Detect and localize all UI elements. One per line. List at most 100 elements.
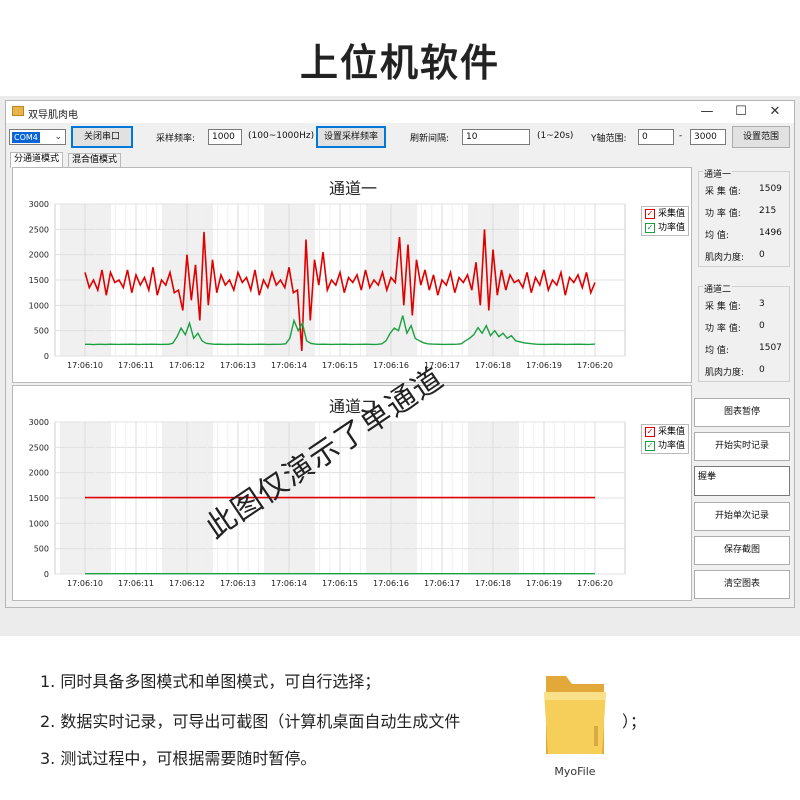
window-titlebar: 双导肌肉电 — ☐ ✕ xyxy=(6,101,794,123)
row-value: 0 xyxy=(759,321,765,331)
legend-power-label: 功率值 xyxy=(658,441,686,451)
x-tick-label: 17:06:12 xyxy=(169,579,205,588)
sample-rate-label: 采样频率: xyxy=(156,134,196,144)
row-value: 1507 xyxy=(759,343,782,353)
legend-sample-label: 采集值 xyxy=(658,427,686,437)
channel-1-mean-row: 均 值: 1496 xyxy=(705,228,785,241)
row-label: 采 集 值: xyxy=(705,302,741,312)
close-window-button[interactable]: ✕ xyxy=(758,101,792,123)
x-tick-label: 17:06:18 xyxy=(475,361,511,370)
refresh-interval-input[interactable]: 10 xyxy=(462,129,530,145)
channel-1-force-row: 肌肉力度: 0 xyxy=(705,250,785,263)
sample-rate-input[interactable]: 1000 xyxy=(208,129,242,145)
refresh-interval-hint: (1~20s) xyxy=(537,131,574,141)
channel-1-group: 通道一 采 集 值: 1509 功 率 值: 215 均 值: 1496 肌肉力度: 0 xyxy=(698,167,790,267)
checkbox-icon: ✓ xyxy=(645,427,655,437)
channel-1-group-title: 通道一 xyxy=(703,167,733,180)
pause-chart-button[interactable]: 图表暂停 xyxy=(694,398,790,427)
channel-2-mean-row: 均 值: 1507 xyxy=(705,343,785,356)
start-realtime-record-button[interactable]: 开始实时记录 xyxy=(694,432,790,461)
row-label: 功 率 值: xyxy=(705,209,741,219)
note-line-3: 3. 测试过程中，可根据需要随时暂停。 xyxy=(40,749,317,768)
x-tick-label: 17:06:11 xyxy=(118,361,154,370)
y-range-label: Y轴范围: xyxy=(591,134,627,144)
x-tick-label: 17:06:17 xyxy=(424,579,460,588)
folder-label: MyoFile xyxy=(554,765,596,778)
row-value: 1509 xyxy=(759,184,782,194)
serial-port-select[interactable]: COM4 ⌄ xyxy=(9,129,66,145)
y-tick-label: 1000 xyxy=(29,301,49,310)
y-tick-label: 2000 xyxy=(29,469,49,478)
row-value: 3 xyxy=(759,299,765,309)
channel-2-sample-row: 采 集 值: 3 xyxy=(705,299,785,312)
y-tick-label: 500 xyxy=(34,327,49,336)
row-label: 肌肉力度: xyxy=(705,368,745,378)
channel-2-force-row: 肌肉力度: 0 xyxy=(705,365,785,378)
x-tick-label: 17:06:13 xyxy=(220,361,256,370)
note-line-1: 1. 同时具备多图模式和单图模式，可自行选择； xyxy=(40,672,381,691)
x-tick-label: 17:06:19 xyxy=(526,361,562,370)
toolbar: COM4 ⌄ 关闭串口 采样频率: 1000 (100~1000Hz) 设置采样… xyxy=(6,125,794,151)
x-tick-label: 17:06:20 xyxy=(577,361,613,370)
row-label: 均 值: xyxy=(705,346,729,356)
close-port-button[interactable]: 关闭串口 xyxy=(71,126,133,148)
row-value: 0 xyxy=(759,250,765,260)
start-single-record-button[interactable]: 开始单次记录 xyxy=(694,502,790,531)
y-tick-label: 500 xyxy=(34,545,49,554)
row-label: 肌肉力度: xyxy=(705,253,745,263)
chevron-down-icon: ⌄ xyxy=(54,132,62,142)
app-window: 双导肌肉电 — ☐ ✕ COM4 ⌄ 关闭串口 采样频率: 1000 (100~… xyxy=(5,100,795,608)
tab-mixed-mode[interactable]: 混合值模式 xyxy=(68,153,122,167)
legend-power-label: 功率值 xyxy=(658,223,686,233)
serial-port-value: COM4 xyxy=(12,132,40,143)
x-tick-label: 17:06:16 xyxy=(373,579,409,588)
channel-1-readout: 通道一 采 集 值: 1509 功 率 值: 215 均 值: 1496 肌肉力度: 0 xyxy=(698,161,790,271)
legend-item-power[interactable]: ✓ 功率值 xyxy=(642,439,688,453)
window-title: 双导肌肉电 xyxy=(28,110,78,121)
clear-chart-button[interactable]: 清空图表 xyxy=(694,570,790,599)
y-tick-label: 1500 xyxy=(29,276,49,285)
y-tick-label: 0 xyxy=(44,352,49,361)
x-tick-label: 17:06:14 xyxy=(271,361,307,370)
y-tick-label: 3000 xyxy=(29,418,49,427)
y-tick-label: 3000 xyxy=(29,200,49,209)
row-label: 采 集 值: xyxy=(705,187,741,197)
legend-item-power[interactable]: ✓ 功率值 xyxy=(642,221,688,235)
note-line-2-end: ）； xyxy=(622,712,647,731)
minimize-button[interactable]: — xyxy=(690,101,724,123)
page-title: 上位机软件 xyxy=(299,41,500,85)
x-tick-label: 17:06:12 xyxy=(169,361,205,370)
refresh-interval-label: 刷新间隔: xyxy=(410,134,450,144)
x-tick-label: 17:06:20 xyxy=(577,579,613,588)
legend-item-sample[interactable]: ✓ 采集值 xyxy=(642,207,688,221)
row-value: 0 xyxy=(759,365,765,375)
y-tick-label: 0 xyxy=(44,570,49,579)
channel-2-group: 通道二 采 集 值: 3 功 率 值: 0 均 值: 1507 肌肉力度: 0 xyxy=(698,282,790,382)
y-max-input[interactable]: 3000 xyxy=(690,129,726,145)
legend-item-sample[interactable]: ✓ 采集值 xyxy=(642,425,688,439)
row-value: 1496 xyxy=(759,228,782,238)
x-tick-label: 17:06:14 xyxy=(271,579,307,588)
x-tick-label: 17:06:19 xyxy=(526,579,562,588)
y-tick-label: 2000 xyxy=(29,251,49,260)
maximize-button[interactable]: ☐ xyxy=(724,101,758,123)
channel-2-group-title: 通道二 xyxy=(703,282,733,295)
x-tick-label: 17:06:13 xyxy=(220,579,256,588)
channel-2-power-row: 功 率 值: 0 xyxy=(705,321,785,334)
set-range-button[interactable]: 设置范围 xyxy=(732,126,790,148)
y-min-input[interactable]: 0 xyxy=(638,129,674,145)
folder-icon xyxy=(544,676,606,754)
row-value: 215 xyxy=(759,206,777,216)
note-textbox[interactable]: 握拳 xyxy=(694,466,790,496)
save-screenshot-button[interactable]: 保存截图 xyxy=(694,536,790,565)
chart-panel-1: 通道一 0 500 1000 1500 2000 2500 3000 17:06:10 17:0… xyxy=(12,167,692,383)
y-tick-label: 2500 xyxy=(29,443,49,452)
set-sample-rate-button[interactable]: 设置采样频率 xyxy=(316,126,386,148)
channel-1-power-row: 功 率 值: 215 xyxy=(705,206,785,219)
tab-channel-mode[interactable]: 分通道模式 xyxy=(10,152,64,168)
y-range-dash: - xyxy=(679,131,683,141)
y-tick-label: 2500 xyxy=(29,225,49,234)
legend-sample-label: 采集值 xyxy=(658,209,686,219)
row-label: 均 值: xyxy=(705,231,729,241)
channel-2-readout: 通道二 采 集 值: 3 功 率 值: 0 均 值: 1507 肌肉力度: 0 xyxy=(698,276,790,386)
